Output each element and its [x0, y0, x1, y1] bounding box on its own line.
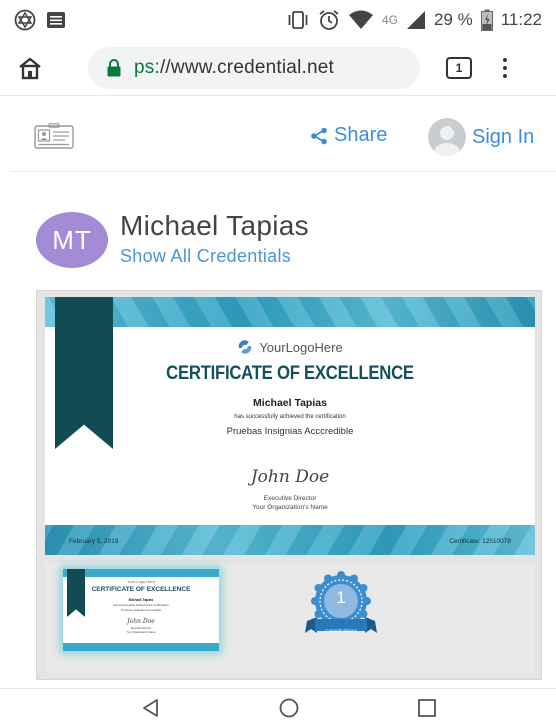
profile-name: Michael Tapias: [120, 210, 309, 241]
url-scheme: ps:: [134, 56, 160, 78]
certificate-program: Pruebas Insignias Acccredible: [226, 426, 354, 437]
user-silhouette-icon: [434, 126, 460, 156]
tab-count: 1: [455, 60, 463, 75]
thumbnail-top-band: [63, 569, 219, 577]
profile-initials: MT: [52, 224, 92, 255]
badge-label: Congratulations: [325, 628, 357, 633]
badge-thumbnail[interactable]: 1 Congratulations: [305, 571, 385, 647]
profile-header: MT Michael Tapias Show All Credentials: [36, 210, 309, 268]
certificate-signature: John Doe: [250, 467, 330, 487]
share-button[interactable]: Share: [310, 124, 387, 147]
credential-card-icon[interactable]: [34, 122, 74, 149]
thumbnail-bottom-band: [63, 643, 219, 651]
certificate-organization: Your Organization's Name: [252, 504, 328, 511]
home-circle-icon[interactable]: [278, 697, 300, 719]
certificate-logo: YourLogoHere: [45, 339, 535, 355]
url-text: ps://www.credential.net: [134, 57, 334, 79]
thumbnail-organization: Your Organization's Name: [126, 631, 156, 634]
back-triangle-icon[interactable]: [140, 697, 162, 719]
url-host: //www.credential.net: [159, 56, 334, 78]
logo-swirl-icon: [239, 340, 252, 354]
home-button[interactable]: [10, 48, 50, 88]
menu-dot: [503, 73, 507, 78]
clock: 11:22: [500, 10, 542, 29]
wifi-icon: [348, 10, 373, 29]
certificate-thumbnail[interactable]: Your Logo Here CERTIFICATE OF EXCELLENCE…: [63, 569, 219, 651]
tab-switcher-button[interactable]: 1: [446, 56, 472, 79]
certificate-recipient: Michael Tapias: [253, 397, 327, 409]
credential-panel: YourLogoHere CERTIFICATE OF EXCELLENCE M…: [36, 290, 542, 680]
certificate-title: CERTIFICATE OF EXCELLENCE: [166, 363, 414, 384]
site-header: Share Sign In: [10, 100, 556, 172]
signal-icon: [406, 11, 425, 29]
network-type: 4G: [381, 13, 398, 27]
sign-in-label: Sign In: [472, 125, 535, 148]
browser-toolbar: ps://www.credential.net 1: [0, 40, 556, 96]
certificate-date: February 5, 2019: [69, 538, 119, 545]
status-right: 4G 29 % 11:22: [286, 9, 542, 31]
browser-menu-button[interactable]: [500, 57, 510, 78]
badge-rosette-icon: [305, 571, 377, 633]
badge-number: 1: [336, 588, 346, 607]
certificate-logo-text: YourLogoHere: [259, 339, 343, 355]
home-icon: [19, 57, 41, 79]
share-label: Share: [334, 124, 388, 146]
user-avatar-icon: [428, 118, 466, 156]
thumbnail-recipient: Michael Tapias: [128, 598, 154, 602]
status-left: [14, 9, 66, 31]
status-bar: 4G 29 % 11:22: [0, 0, 556, 40]
thumbnail-logo-text: Your Logo Here: [127, 579, 155, 584]
menu-dot: [503, 65, 507, 70]
thumbnail-signer-role: Executive Director: [130, 627, 152, 630]
certificate-preview[interactable]: YourLogoHere CERTIFICATE OF EXCELLENCE M…: [45, 297, 535, 555]
profile-text: Michael Tapias Show All Credentials: [120, 210, 309, 267]
alarm-icon: [319, 10, 339, 30]
certificate-signer-role: Executive Director: [263, 495, 317, 502]
thumbnail-program: Pruebas Insignias Acccredible: [120, 608, 162, 612]
message-icon: [47, 12, 65, 28]
thumbnail-achieved-text: has successfully achieved the certificat…: [113, 603, 169, 607]
sign-in-button[interactable]: Sign In: [428, 118, 534, 156]
recents-square-icon[interactable]: [416, 697, 438, 719]
android-nav-bar: [0, 688, 556, 722]
profile-avatar: MT: [36, 212, 108, 268]
lock-icon: [107, 58, 121, 76]
certificate-top-band: [45, 297, 535, 327]
battery-icon: [480, 9, 493, 31]
certificate-achieved-text: has successfully achieved the certificat…: [234, 414, 346, 420]
certificate-number: Certificate: 12510078: [449, 538, 511, 545]
thumbnail-title: CERTIFICATE OF EXCELLENCE: [91, 586, 191, 593]
show-all-credentials-link[interactable]: Show All Credentials: [120, 246, 309, 267]
menu-dot: [503, 57, 507, 62]
battery-percentage: 29 %: [433, 10, 473, 29]
star-of-david-icon: [14, 9, 36, 31]
thumbnail-signature: John Doe: [127, 618, 155, 625]
address-bar[interactable]: ps://www.credential.net: [88, 46, 420, 89]
share-icon: [311, 127, 327, 144]
credential-thumbnails: Your Logo Here CERTIFICATE OF EXCELLENCE…: [45, 563, 535, 673]
vibrate-icon: [288, 11, 308, 29]
